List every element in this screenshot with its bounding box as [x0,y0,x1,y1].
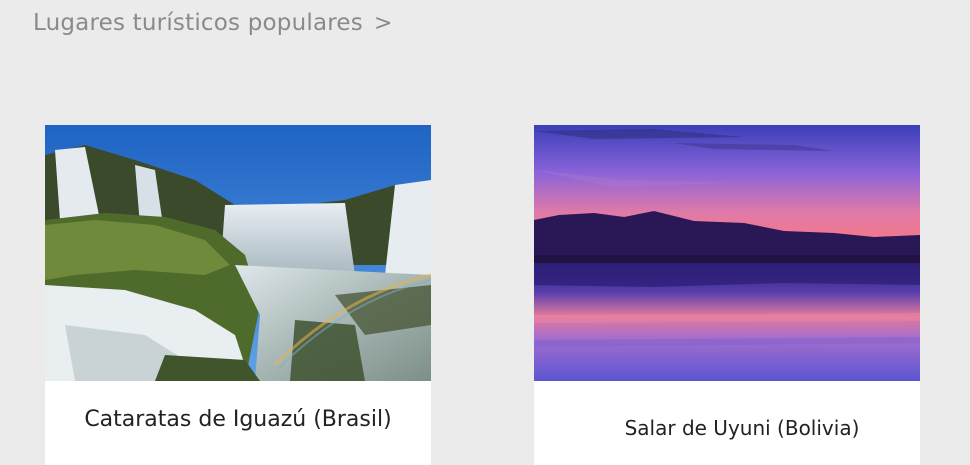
destination-card-uyuni[interactable]: Salar de Uyuni (Bolivia) [534,125,920,465]
card-caption: Salar de Uyuni (Bolivia) [624,416,860,440]
waterfall-photo [45,125,431,381]
section-title: Lugares turísticos populares [33,10,363,36]
card-caption: Cataratas de Iguazú (Brasil) [84,407,392,432]
section-header-link[interactable]: Lugares turísticos populares > [33,10,392,36]
salt-flat-sunset-photo [534,125,920,381]
destination-card-iguazu[interactable]: Cataratas de Iguazú (Brasil) [45,125,431,465]
chevron-right-icon: > [373,10,393,36]
